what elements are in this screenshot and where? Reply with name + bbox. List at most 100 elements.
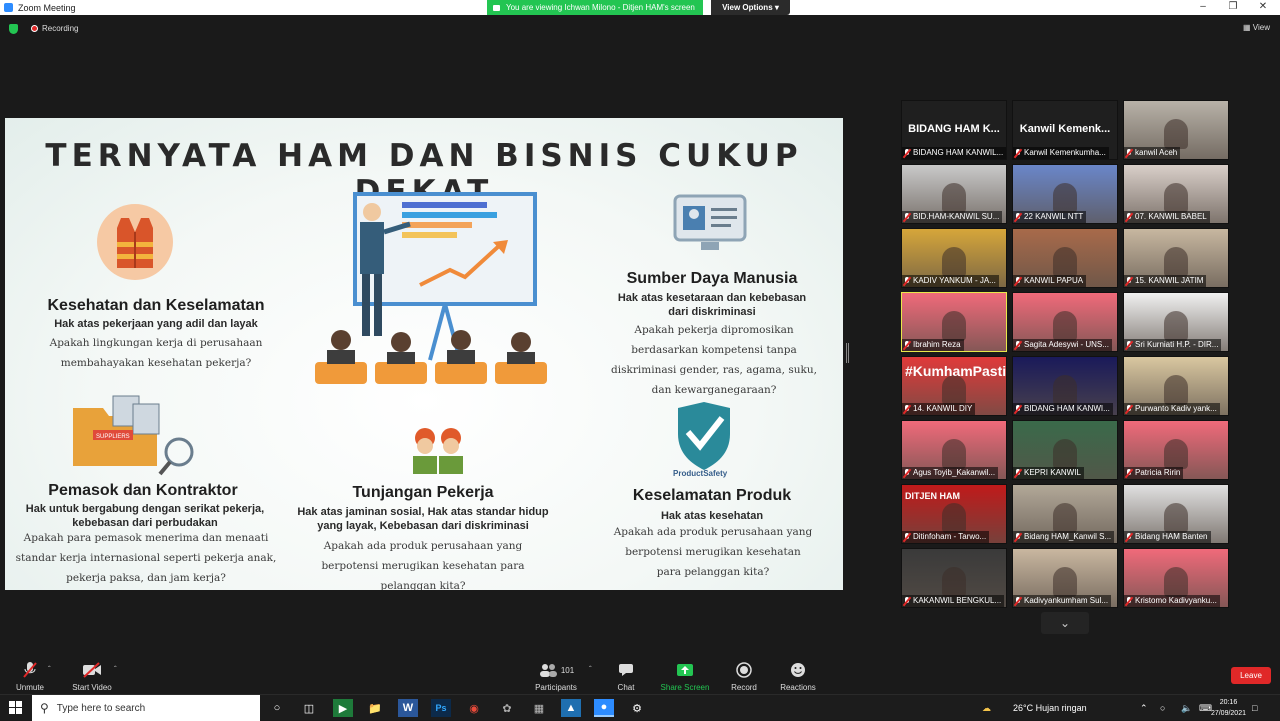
chrome-icon[interactable]: ◉ bbox=[464, 699, 484, 717]
task-view-icon[interactable]: ◫ bbox=[299, 699, 319, 717]
security-shield-icon[interactable] bbox=[9, 24, 18, 34]
tunjangan-body: Apakah ada produk perusahaan yang berpot… bbox=[321, 540, 525, 590]
participant-name-label: BID.HAM-KANWIL SU... bbox=[902, 211, 1003, 223]
start-button[interactable] bbox=[0, 695, 32, 721]
participant-tile[interactable]: KEPRI KANWIL bbox=[1012, 420, 1118, 480]
produk-heading: Keselamatan Produk bbox=[632, 487, 792, 504]
participant-name: Agus Toyib_Kakanwil... bbox=[913, 468, 996, 477]
photos-icon[interactable]: ▲ bbox=[561, 699, 581, 717]
cortana-icon[interactable]: ○ bbox=[267, 699, 287, 717]
participant-tile[interactable]: DITJEN HAM Ditinfoham - Tarwo... bbox=[901, 484, 1007, 544]
app-settings-ring-icon[interactable]: ✿ bbox=[497, 699, 517, 717]
word-icon[interactable]: W bbox=[398, 699, 418, 717]
calculator-icon[interactable]: ▦ bbox=[529, 699, 549, 717]
participant-tile[interactable]: 15. KANWIL JATIM bbox=[1123, 228, 1229, 288]
taskbar-search-box[interactable]: ⚲ Type here to search bbox=[32, 695, 260, 721]
network-icon[interactable]: ○ bbox=[1160, 695, 1165, 721]
participant-tile[interactable]: Kanwil Kemenk... Kanwil Kemenkumha... bbox=[1012, 100, 1118, 160]
sdm-subheading: Hak atas kesetaraan dan kebebasan dari d… bbox=[617, 292, 807, 318]
participant-name-label: Bidang HAM Banten bbox=[1124, 531, 1211, 543]
share-screen-label: Share Screen bbox=[660, 683, 710, 692]
volume-icon[interactable]: 🔈 bbox=[1181, 695, 1192, 721]
tray-up-arrow-icon[interactable]: ⌃ bbox=[1140, 695, 1148, 721]
participant-name: Ditinfoham - Tarwo... bbox=[913, 532, 987, 541]
participant-tile[interactable]: 22 KANWIL NTT bbox=[1012, 164, 1118, 224]
participant-name: Kristomo Kadivyanku... bbox=[1135, 596, 1217, 605]
participant-name: Ibrahim Reza bbox=[913, 340, 961, 349]
reactions-button[interactable]: Reactions bbox=[768, 660, 828, 692]
participants-icon bbox=[539, 664, 557, 677]
photoshop-icon[interactable]: Ps bbox=[431, 699, 451, 717]
video-options-caret[interactable]: ˆ bbox=[114, 665, 117, 674]
participant-name-display: BIDANG HAM K... bbox=[908, 123, 1000, 135]
muted-mic-icon bbox=[1125, 212, 1133, 222]
participants-options-caret[interactable]: ˆ bbox=[589, 665, 592, 674]
participant-tile[interactable]: Patricia Ririn bbox=[1123, 420, 1229, 480]
app-green-icon[interactable]: ▶ bbox=[333, 699, 353, 717]
start-video-button[interactable]: Start Video bbox=[62, 660, 122, 692]
participant-tile[interactable]: Bidang HAM Banten bbox=[1123, 484, 1229, 544]
chat-button[interactable]: Chat bbox=[596, 660, 656, 692]
participant-tile[interactable]: 07. KANWIL BABEL bbox=[1123, 164, 1229, 224]
participant-figure bbox=[1053, 567, 1077, 597]
leave-button[interactable]: Leave bbox=[1231, 667, 1271, 684]
record-button[interactable]: Record bbox=[714, 660, 774, 692]
participant-tile[interactable]: #KumhamPasti 14. KANWIL DIY bbox=[901, 356, 1007, 416]
recording-label: Recording bbox=[42, 24, 79, 33]
notification-icon[interactable]: □ bbox=[1252, 695, 1257, 721]
muted-mic-icon bbox=[1125, 276, 1133, 286]
participant-figure bbox=[1164, 439, 1188, 469]
share-screen-button[interactable]: Share Screen bbox=[655, 660, 715, 692]
participant-name-display: Kanwil Kemenk... bbox=[1019, 123, 1111, 135]
recording-indicator[interactable]: Recording bbox=[31, 24, 78, 33]
participant-name: KEPRI KANWIL bbox=[1024, 468, 1081, 477]
participant-tile[interactable]: Purwanto Kadiv yank... bbox=[1123, 356, 1229, 416]
maximize-button[interactable]: ❐ bbox=[1218, 0, 1248, 15]
participant-name-label: kanwil Aceh bbox=[1124, 147, 1181, 159]
product-safety-label: ProductSafety bbox=[673, 469, 728, 478]
search-icon: ⚲ bbox=[40, 701, 49, 715]
file-explorer-icon[interactable]: 📁 bbox=[365, 699, 385, 717]
participants-button[interactable]: 101 Participants bbox=[526, 660, 586, 692]
settings-gear-icon[interactable]: ⚙ bbox=[627, 699, 647, 717]
gallery-next-page-button[interactable]: ⌄ bbox=[1041, 612, 1089, 634]
view-options-button[interactable]: View Options ▾ bbox=[711, 0, 790, 15]
participant-tile[interactable]: BID.HAM-KANWIL SU... bbox=[901, 164, 1007, 224]
zoom-taskbar-icon[interactable]: ● bbox=[594, 699, 614, 717]
participant-tile[interactable]: KAKANWIL BENGKUL... bbox=[901, 548, 1007, 608]
participant-tile[interactable]: Ibrahim Reza bbox=[901, 292, 1007, 352]
participant-name-label: Patricia Ririn bbox=[1124, 467, 1184, 479]
participant-tile[interactable]: Kadivyankumham Sul... bbox=[1012, 548, 1118, 608]
panel-resize-handle[interactable] bbox=[846, 343, 849, 363]
muted-mic-icon bbox=[903, 404, 911, 414]
participant-name: 22 KANWIL NTT bbox=[1024, 212, 1084, 221]
muted-mic-icon bbox=[903, 340, 911, 350]
view-button[interactable]: ▦ View bbox=[1243, 23, 1270, 32]
participant-tile[interactable]: Sri Kurniati H.P. - DIR... bbox=[1123, 292, 1229, 352]
weather-widget[interactable]: ☁ 26°C Hujan ringan bbox=[982, 695, 1087, 721]
participants-count: 101 bbox=[560, 665, 575, 675]
taskbar-clock[interactable]: 20:16 27/09/2021 bbox=[1211, 697, 1246, 719]
minimize-button[interactable]: – bbox=[1188, 0, 1218, 15]
participant-tile[interactable]: kanwil Aceh bbox=[1123, 100, 1229, 160]
participant-tile[interactable]: Kristomo Kadivyanku... bbox=[1123, 548, 1229, 608]
close-button[interactable]: ✕ bbox=[1248, 0, 1278, 15]
audio-options-caret[interactable]: ˆ bbox=[48, 665, 51, 674]
muted-mic-icon bbox=[1014, 404, 1022, 414]
participant-tile[interactable]: KADIV YANKUM - JA... bbox=[901, 228, 1007, 288]
participant-tile[interactable]: BIDANG HAM K... BIDANG HAM KANWIL... bbox=[901, 100, 1007, 160]
clock-time: 20:16 bbox=[1219, 699, 1238, 706]
participant-name: BID.HAM-KANWIL SU... bbox=[913, 212, 1000, 221]
participant-tile[interactable]: Sagita Adesywi - UNS... bbox=[1012, 292, 1118, 352]
participant-background-text: #KumhamPasti bbox=[905, 363, 1007, 379]
search-placeholder: Type here to search bbox=[56, 702, 146, 714]
participant-tile[interactable]: KANWIL PAPUA bbox=[1012, 228, 1118, 288]
participant-tile[interactable]: BIDANG HAM KANWI... bbox=[1012, 356, 1118, 416]
participant-figure bbox=[1053, 183, 1077, 213]
shared-screen: TERNYATA HAM DAN BISNIS CUKUP DEKAT bbox=[5, 118, 843, 590]
participant-tile[interactable]: Agus Toyib_Kakanwil... bbox=[901, 420, 1007, 480]
unmute-button[interactable]: Unmute bbox=[0, 660, 60, 692]
participant-name-label: Sri Kurniati H.P. - DIR... bbox=[1124, 339, 1222, 351]
participant-tile[interactable]: Bidang HAM_Kanwil S... bbox=[1012, 484, 1118, 544]
participant-figure bbox=[942, 375, 966, 405]
